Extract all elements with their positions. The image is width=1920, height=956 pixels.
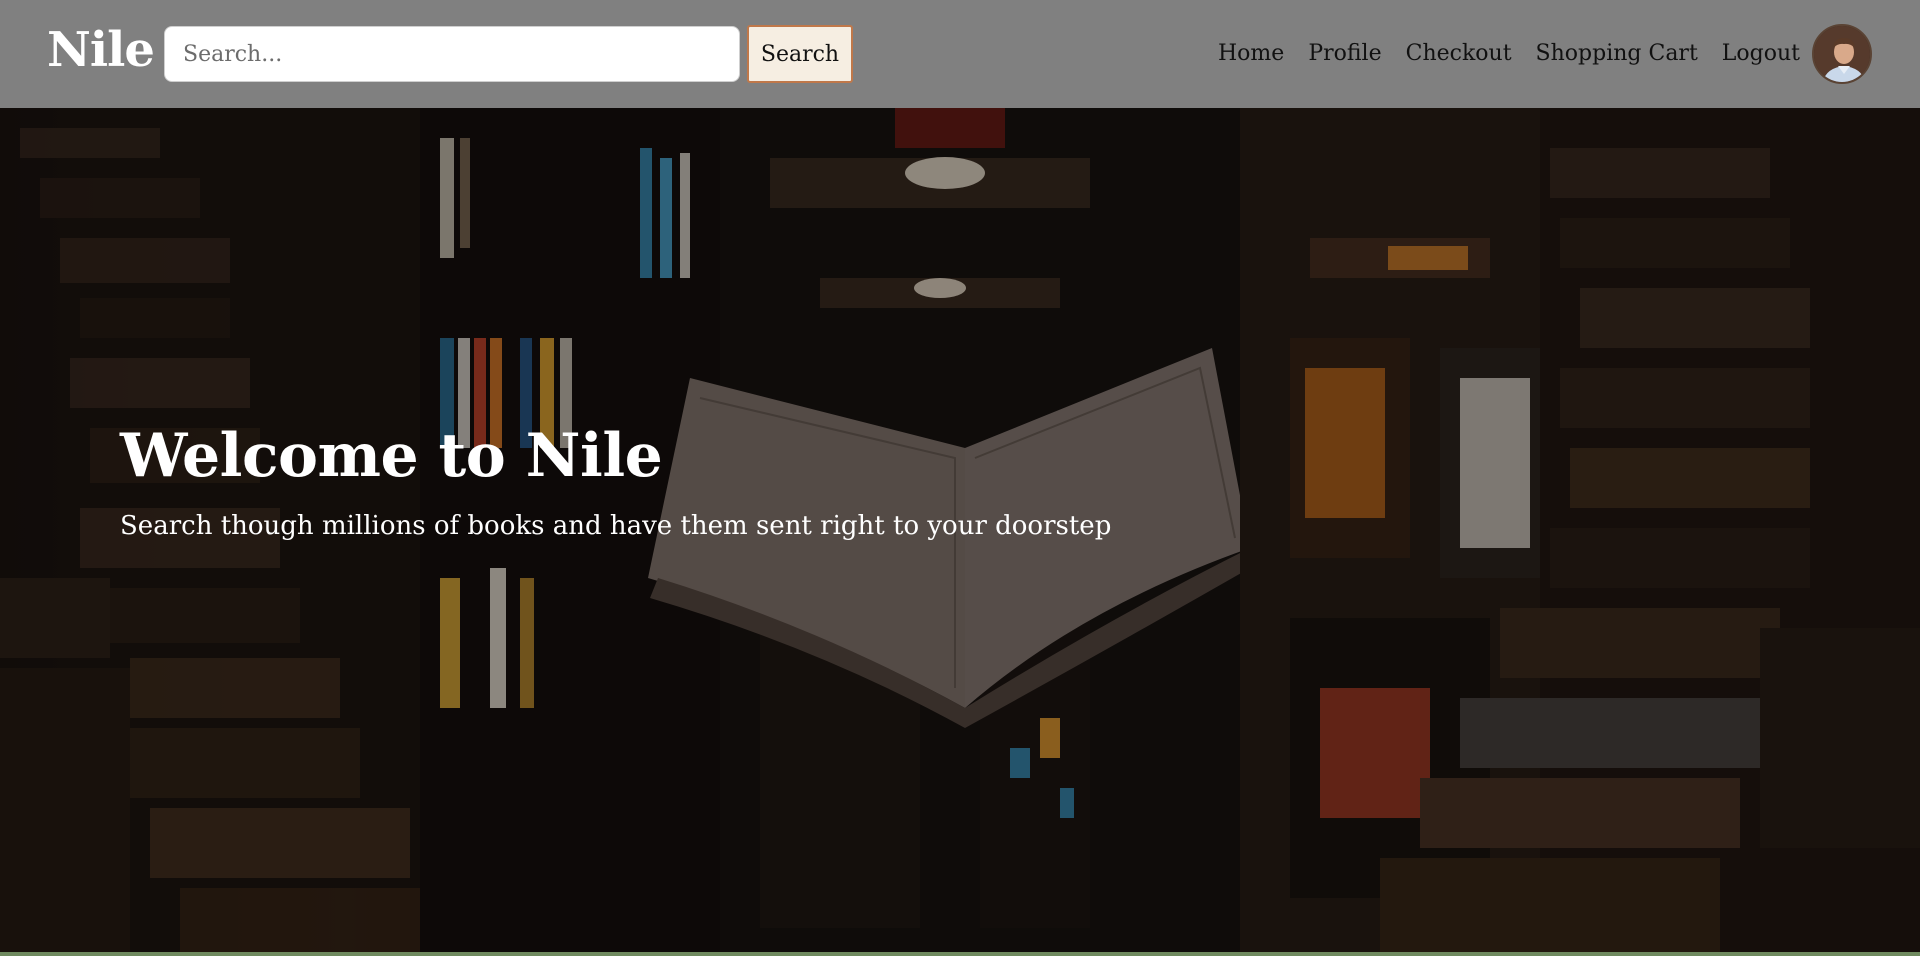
navbar: Nile Search Home Profile Checkout Shoppi… <box>0 0 1920 108</box>
nav-links: Home Profile Checkout Shopping Cart Logo… <box>1194 34 1800 74</box>
hero-subtitle: Search though millions of books and have… <box>120 511 1112 541</box>
nav-link-logout[interactable]: Logout <box>1722 34 1800 74</box>
hero-banner: Welcome to Nile Search though millions o… <box>0 108 1920 952</box>
nav-link-home[interactable]: Home <box>1218 34 1284 74</box>
hero-title: Welcome to Nile <box>120 421 663 491</box>
search-button[interactable]: Search <box>747 25 853 83</box>
nav-link-profile[interactable]: Profile <box>1308 34 1381 74</box>
avatar-photo-icon <box>1814 26 1870 82</box>
user-avatar[interactable] <box>1812 24 1872 84</box>
search-input[interactable] <box>164 26 740 82</box>
brand-logo[interactable]: Nile <box>47 18 155 82</box>
nav-link-checkout[interactable]: Checkout <box>1406 34 1512 74</box>
bottom-divider <box>0 952 1920 956</box>
nav-link-shopping-cart[interactable]: Shopping Cart <box>1536 34 1698 74</box>
